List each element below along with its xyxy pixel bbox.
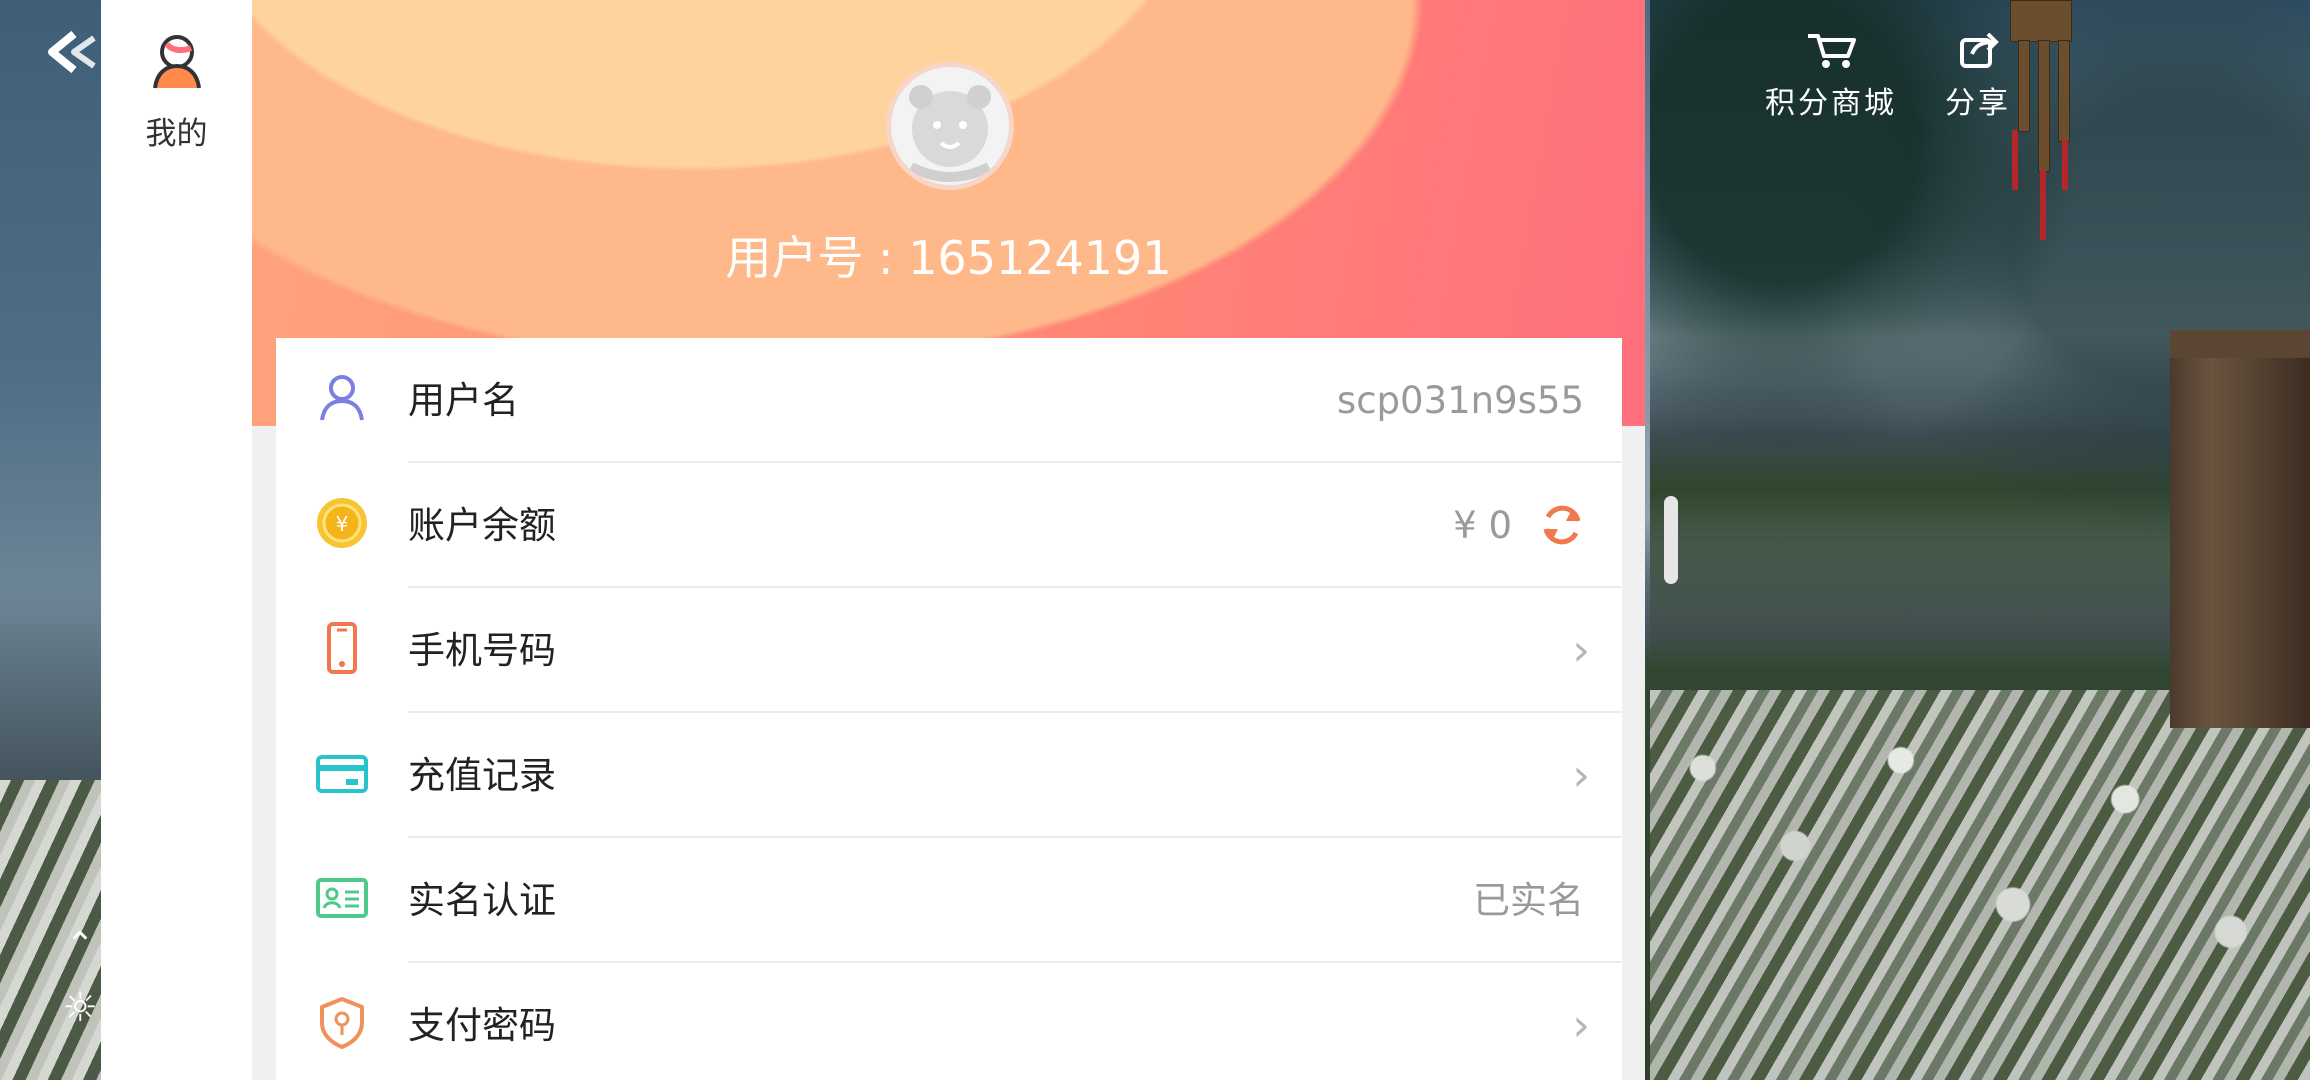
tab-mine-label: 我的 [145, 116, 208, 152]
chevron-right-icon: › [1572, 625, 1590, 676]
avatar[interactable] [886, 62, 1014, 190]
back-arrow-icon [48, 30, 96, 74]
balance-value: ¥ 0 [1453, 504, 1512, 547]
points-mall-label: 积分商城 [1765, 86, 1897, 121]
username-label: 用户名 [408, 379, 519, 422]
balance-label: 账户余额 [408, 504, 556, 547]
back-button[interactable] [44, 28, 104, 76]
payment-password-label: 支付密码 [408, 1004, 556, 1047]
refresh-icon[interactable] [1538, 501, 1586, 549]
points-mall-button[interactable]: 积分商城 [1765, 30, 1897, 122]
tab-mine[interactable]: 我的 [101, 30, 252, 153]
share-icon [1960, 32, 1999, 68]
chevron-right-icon: › [1572, 750, 1590, 801]
row-payment-password[interactable]: 支付密码 › [276, 963, 1622, 1080]
share-label: 分享 [1945, 86, 2011, 121]
coin-icon: ¥ [317, 498, 367, 548]
row-recharge-history[interactable]: 充值记录 › [276, 713, 1622, 838]
account-info-card: 用户名 scp031n9s55 ¥ 账户余额 ¥ 0 手机号码 › 充值记录 ›… [276, 338, 1622, 1080]
chevron-right-icon: › [1572, 1000, 1590, 1051]
scene-pavilion [2170, 330, 2310, 728]
id-card-icon [316, 878, 368, 918]
weather-icon: ☼ [62, 985, 98, 1031]
lock-shield-icon [320, 997, 364, 1049]
chevron-up-icon: ⌃ [65, 925, 95, 965]
user-icon [320, 375, 364, 421]
row-real-name[interactable]: 实名认证 已实名 [276, 838, 1622, 963]
scene-lily-field [1650, 690, 2310, 1080]
share-button[interactable]: 分享 [1945, 30, 2011, 122]
real-name-status: 已实名 [1473, 879, 1584, 922]
wind-chime [2010, 0, 2090, 260]
cart-icon [1808, 34, 1856, 68]
username-value: scp031n9s55 [1336, 379, 1584, 422]
avatar-bear-icon [908, 85, 992, 182]
recharge-history-label: 充值记录 [408, 754, 556, 797]
row-phone[interactable]: 手机号码 › [276, 588, 1622, 713]
svg-text:¥: ¥ [336, 512, 349, 536]
row-balance: ¥ 账户余额 ¥ 0 [276, 463, 1622, 588]
card-icon [316, 755, 368, 793]
panel-scrollbar-handle[interactable] [1664, 496, 1678, 584]
user-id: 用户号 : 165124191 [725, 231, 1172, 285]
side-nav: 我的 [101, 0, 252, 1080]
real-name-label: 实名认证 [408, 879, 556, 922]
profile-icon [152, 35, 201, 89]
profile-panel: 用户号 : 165124191 用户名 scp031n9s55 ¥ 账户余额 ¥… [252, 0, 1645, 1080]
phone-label: 手机号码 [408, 629, 556, 672]
row-username: 用户名 scp031n9s55 [276, 338, 1622, 463]
phone-icon [327, 622, 357, 674]
